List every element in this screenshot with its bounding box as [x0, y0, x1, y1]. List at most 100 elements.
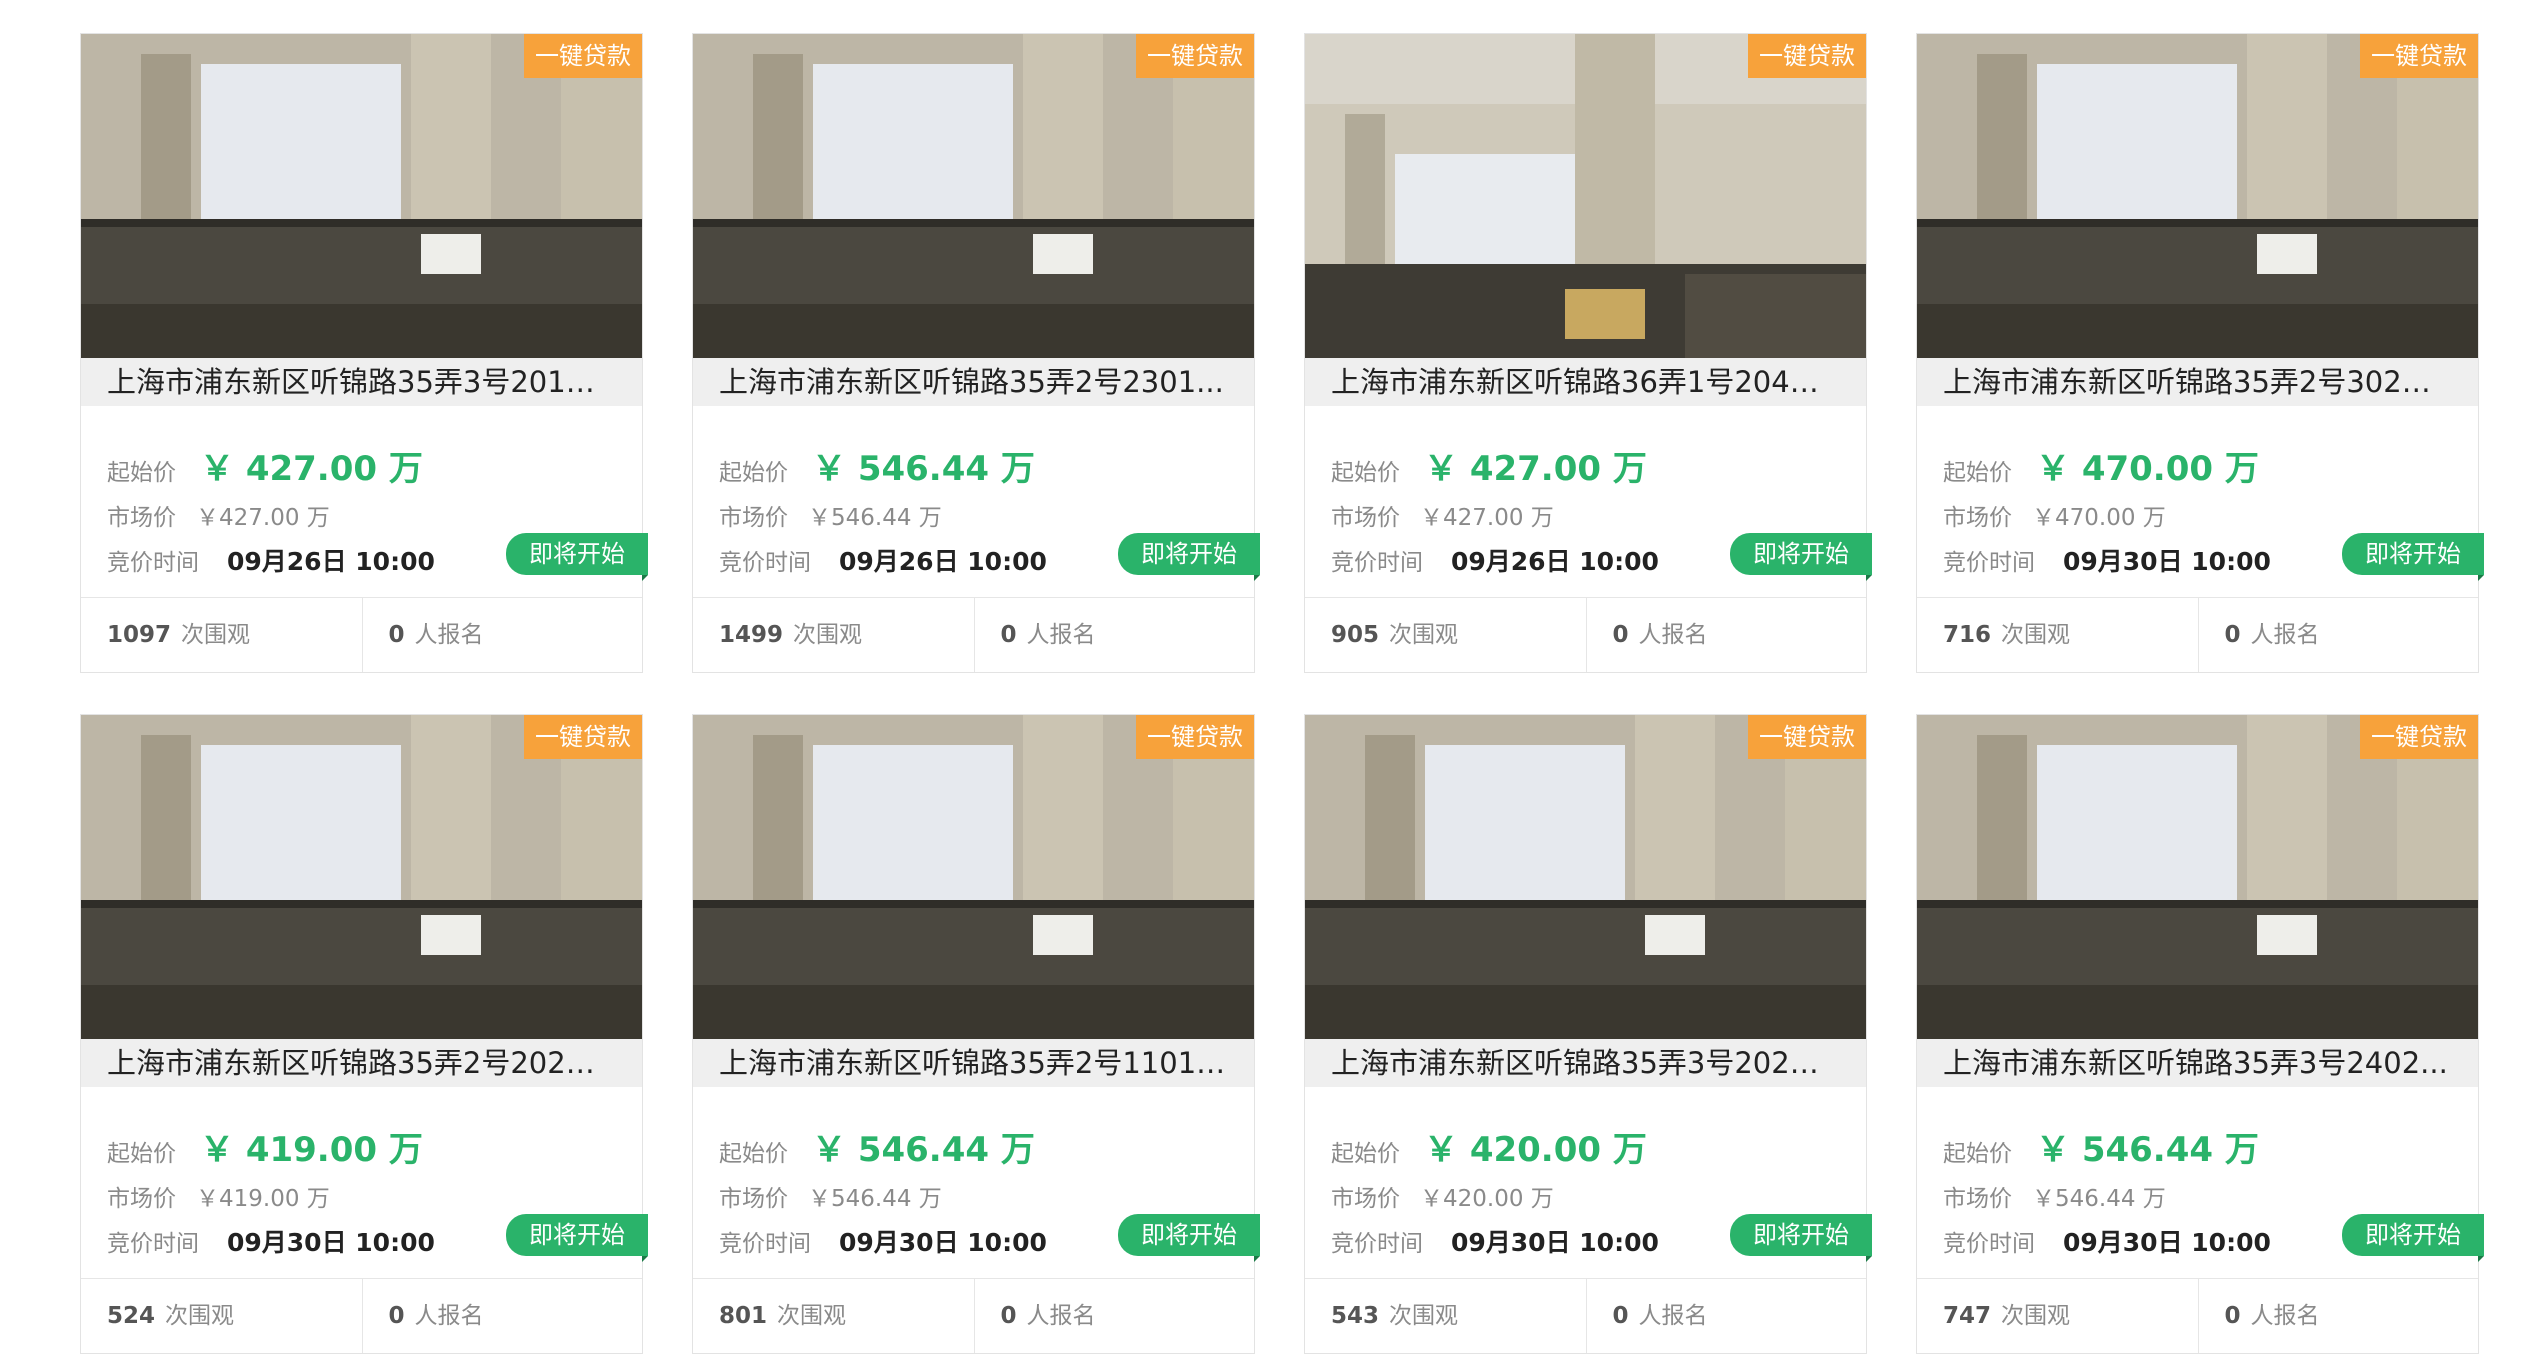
listing-card[interactable]: 一键贷款 上海市浦东新区听锦路35弄3号202室... 起始价 ￥ 420.00 …: [1304, 714, 1872, 1354]
start-price-label: 起始价: [1943, 1141, 2012, 1167]
market-price-label: 市场价: [1331, 505, 1400, 531]
bid-time-label: 竞价时间: [107, 1231, 199, 1257]
bid-time-label: 竞价时间: [719, 1231, 811, 1257]
start-price-label: 起始价: [719, 1141, 788, 1167]
listing-title[interactable]: 上海市浦东新区听锦路35弄3号2402...: [1917, 1039, 2478, 1087]
market-price-label: 市场价: [107, 1186, 176, 1212]
market-price-label: 市场价: [1943, 1186, 2012, 1212]
loan-badge[interactable]: 一键贷款: [2360, 34, 2478, 78]
listing-card[interactable]: 一键贷款 上海市浦东新区听锦路36弄1号204室... 起始价 ￥ 427.00 …: [1304, 33, 1872, 673]
bid-time-label: 竞价时间: [1943, 1231, 2035, 1257]
loan-badge[interactable]: 一键贷款: [1748, 34, 1866, 78]
start-price: ￥ 427.00 万: [200, 449, 423, 489]
building-gate-image: [81, 715, 642, 1039]
status-tag: 即将开始: [1118, 1214, 1260, 1262]
listing-grid: 一键贷款 上海市浦东新区听锦路35弄3号201室... 起始价 ￥ 427.00 …: [80, 33, 2484, 1354]
listing-title[interactable]: 上海市浦东新区听锦路35弄2号302室...: [1917, 358, 2478, 406]
view-count: 1499 次围观: [719, 622, 863, 648]
property-photo[interactable]: 一键贷款: [1305, 715, 1866, 1039]
listing-card[interactable]: 一键贷款 上海市浦东新区听锦路35弄2号2301... 起始价 ￥ 546.44 …: [692, 33, 1260, 673]
start-price-label: 起始价: [107, 460, 176, 486]
listing-title[interactable]: 上海市浦东新区听锦路35弄2号2301...: [693, 358, 1254, 406]
signup-count: 0 人报名: [1585, 598, 1867, 672]
loan-badge[interactable]: 一键贷款: [524, 34, 642, 78]
view-count: 905 次围观: [1331, 622, 1459, 648]
start-price: ￥ 420.00 万: [1424, 1130, 1647, 1170]
loan-badge[interactable]: 一键贷款: [1136, 715, 1254, 759]
loan-badge[interactable]: 一键贷款: [2360, 715, 2478, 759]
view-count: 543 次围观: [1331, 1303, 1459, 1329]
view-count: 801 次围观: [719, 1303, 847, 1329]
listing-title[interactable]: 上海市浦东新区听锦路35弄3号202室...: [1305, 1039, 1866, 1087]
market-price: ￥546.44 万: [808, 1186, 942, 1212]
bid-time: 09月30日 10:00: [2063, 547, 2271, 576]
listing-title[interactable]: 上海市浦东新区听锦路36弄1号204室...: [1305, 358, 1866, 406]
start-price-label: 起始价: [1331, 1141, 1400, 1167]
building-gate-image: [1305, 34, 1866, 358]
market-price: ￥546.44 万: [2032, 1186, 2166, 1212]
property-photo[interactable]: 一键贷款: [81, 34, 642, 358]
signup-count: 0 人报名: [1585, 1279, 1867, 1353]
status-tag: 即将开始: [506, 533, 648, 581]
view-count: 1097 次围观: [107, 622, 251, 648]
market-price-label: 市场价: [1331, 1186, 1400, 1212]
market-price: ￥427.00 万: [196, 505, 330, 531]
listing-title[interactable]: 上海市浦东新区听锦路35弄2号1101室...: [693, 1039, 1254, 1087]
bid-time: 09月30日 10:00: [2063, 1228, 2271, 1257]
start-price: ￥ 427.00 万: [1424, 449, 1647, 489]
loan-badge[interactable]: 一键贷款: [1748, 715, 1866, 759]
start-price: ￥ 419.00 万: [200, 1130, 423, 1170]
market-price-label: 市场价: [107, 505, 176, 531]
loan-badge[interactable]: 一键贷款: [524, 715, 642, 759]
listing-card[interactable]: 一键贷款 上海市浦东新区听锦路35弄3号201室... 起始价 ￥ 427.00 …: [80, 33, 648, 673]
market-price: ￥419.00 万: [196, 1186, 330, 1212]
start-price: ￥ 546.44 万: [812, 1130, 1035, 1170]
building-gate-image: [81, 34, 642, 358]
building-gate-image: [1917, 715, 2478, 1039]
property-photo[interactable]: 一键贷款: [693, 715, 1254, 1039]
building-gate-image: [693, 715, 1254, 1039]
start-price-label: 起始价: [1331, 460, 1400, 486]
listing-card[interactable]: 一键贷款 上海市浦东新区听锦路35弄2号202室... 起始价 ￥ 419.00 …: [80, 714, 648, 1354]
building-gate-image: [1305, 715, 1866, 1039]
bid-time: 09月30日 10:00: [839, 1228, 1047, 1257]
bid-time-label: 竞价时间: [719, 550, 811, 576]
view-count: 747 次围观: [1943, 1303, 2071, 1329]
property-photo[interactable]: 一键贷款: [1305, 34, 1866, 358]
building-gate-image: [1917, 34, 2478, 358]
signup-count: 0 人报名: [2197, 598, 2479, 672]
property-photo[interactable]: 一键贷款: [1917, 34, 2478, 358]
status-tag: 即将开始: [2342, 533, 2484, 581]
status-tag: 即将开始: [1730, 533, 1872, 581]
view-count: 716 次围观: [1943, 622, 2071, 648]
listing-card[interactable]: 一键贷款 上海市浦东新区听锦路35弄2号302室... 起始价 ￥ 470.00 …: [1916, 33, 2484, 673]
listing-title[interactable]: 上海市浦东新区听锦路35弄3号201室...: [81, 358, 642, 406]
signup-count: 0 人报名: [361, 1279, 643, 1353]
bid-time-label: 竞价时间: [107, 550, 199, 576]
property-photo[interactable]: 一键贷款: [1917, 715, 2478, 1039]
start-price: ￥ 546.44 万: [812, 449, 1035, 489]
market-price: ￥420.00 万: [1420, 1186, 1554, 1212]
status-tag: 即将开始: [2342, 1214, 2484, 1262]
start-price-label: 起始价: [107, 1141, 176, 1167]
bid-time: 09月30日 10:00: [227, 1228, 435, 1257]
loan-badge[interactable]: 一键贷款: [1136, 34, 1254, 78]
bid-time-label: 竞价时间: [1943, 550, 2035, 576]
bid-time: 09月30日 10:00: [1451, 1228, 1659, 1257]
listing-card[interactable]: 一键贷款 上海市浦东新区听锦路35弄2号1101室... 起始价 ￥ 546.44…: [692, 714, 1260, 1354]
market-price: ￥470.00 万: [2032, 505, 2166, 531]
start-price-label: 起始价: [1943, 460, 2012, 486]
view-count: 524 次围观: [107, 1303, 235, 1329]
start-price-label: 起始价: [719, 460, 788, 486]
property-photo[interactable]: 一键贷款: [693, 34, 1254, 358]
market-price: ￥427.00 万: [1420, 505, 1554, 531]
start-price: ￥ 470.00 万: [2036, 449, 2259, 489]
start-price: ￥ 546.44 万: [2036, 1130, 2259, 1170]
bid-time: 09月26日 10:00: [839, 547, 1047, 576]
building-gate-image: [693, 34, 1254, 358]
listing-card[interactable]: 一键贷款 上海市浦东新区听锦路35弄3号2402... 起始价 ￥ 546.44 …: [1916, 714, 2484, 1354]
bid-time-label: 竞价时间: [1331, 550, 1423, 576]
property-photo[interactable]: 一键贷款: [81, 715, 642, 1039]
bid-time-label: 竞价时间: [1331, 1231, 1423, 1257]
listing-title[interactable]: 上海市浦东新区听锦路35弄2号202室...: [81, 1039, 642, 1087]
